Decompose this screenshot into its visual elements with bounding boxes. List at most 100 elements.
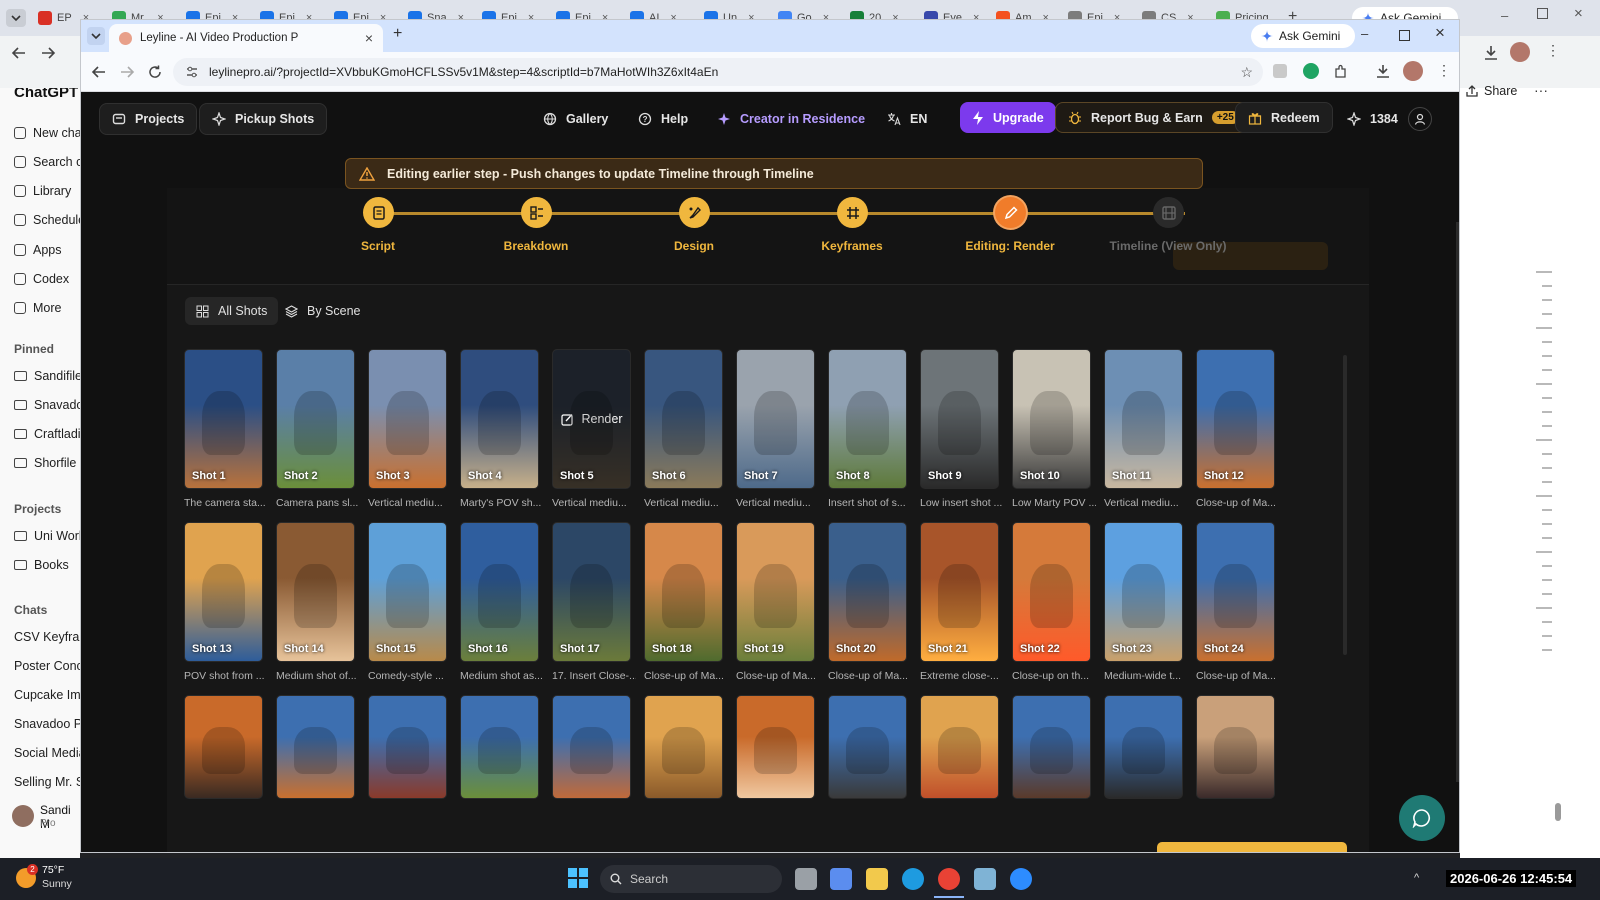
windows-start-icon[interactable] (568, 868, 588, 888)
step-pencil-icon[interactable] (995, 197, 1026, 228)
reload-icon[interactable] (147, 64, 163, 80)
close-window-icon[interactable]: × (1574, 5, 1583, 22)
chat-support-button[interactable] (1399, 795, 1445, 841)
shot-card[interactable]: Shot 18 (644, 522, 723, 662)
outline-tick[interactable] (1542, 509, 1552, 511)
back-arrow-icon[interactable] (91, 64, 107, 80)
gallery-button[interactable]: Gallery (531, 103, 620, 135)
tray-expand-icon[interactable]: ^ (1414, 872, 1419, 884)
shot-card[interactable]: Shot 23 (1104, 522, 1183, 662)
calculator-icon[interactable] (830, 868, 852, 890)
shot-card[interactable] (644, 695, 723, 799)
download-icon[interactable] (1375, 63, 1391, 79)
shot-card[interactable] (552, 695, 631, 799)
browser-menu-icon[interactable]: ⋮ (1546, 42, 1560, 59)
chats-item[interactable]: Selling Mr. S (14, 775, 80, 789)
outline-tick[interactable] (1542, 341, 1552, 343)
bottom-action-button[interactable] (1157, 842, 1347, 852)
shot-card[interactable]: Shot 4 (460, 349, 539, 489)
chrome-icon[interactable] (938, 868, 960, 890)
pinned-item[interactable]: Snavado (14, 398, 80, 412)
tab-by-scene[interactable]: By Scene (274, 297, 372, 325)
shot-card[interactable]: Shot 14 (276, 522, 355, 662)
extension-icon[interactable] (1273, 64, 1287, 78)
chatgpt-nav-item[interactable]: Search c (14, 155, 80, 169)
step-script-icon[interactable] (363, 197, 394, 228)
creator-in-residence-button[interactable]: Creator in Residence (705, 103, 877, 135)
user-avatar[interactable] (12, 805, 34, 827)
shot-card[interactable]: Shot 1 (184, 349, 263, 489)
language-button[interactable]: EN (875, 103, 939, 135)
back-arrow-icon[interactable] (11, 45, 27, 61)
outline-tick[interactable] (1542, 621, 1552, 623)
pinned-item[interactable]: Shorfile (14, 456, 76, 470)
shot-card[interactable]: Shot 6 (644, 349, 723, 489)
outline-tick[interactable] (1542, 565, 1552, 567)
taskbar-search[interactable]: Search (600, 865, 782, 893)
outline-tick[interactable] (1536, 607, 1552, 609)
outline-tick[interactable] (1542, 411, 1552, 413)
shot-card[interactable] (1012, 695, 1091, 799)
outline-tick[interactable] (1542, 579, 1552, 581)
shot-card[interactable]: Shot 20 (828, 522, 907, 662)
step-design-icon[interactable] (679, 197, 710, 228)
url-field[interactable]: leylinepro.ai/?projectId=XVbbuKGmoHCFLSS… (173, 58, 1263, 86)
chats-item[interactable]: Snavadoo Pi (14, 717, 80, 731)
tab-search-button[interactable] (87, 27, 105, 45)
shot-card[interactable] (276, 695, 355, 799)
chats-item[interactable]: Cupcake Ima (14, 688, 80, 702)
report-bug-button[interactable]: Report Bug & Earn +25 (1055, 102, 1252, 133)
shot-card[interactable] (1196, 695, 1275, 799)
step-keyframes-icon[interactable] (837, 197, 868, 228)
outline-tick[interactable] (1536, 327, 1552, 329)
clock[interactable]: 2026-06-26 12:45:54 (1446, 870, 1577, 887)
file-explorer-icon[interactable] (866, 868, 888, 890)
credits-display[interactable]: 1384 (1335, 103, 1410, 135)
minimize-icon[interactable]: – (1361, 26, 1368, 41)
chatgpt-nav-item[interactable]: More (14, 301, 61, 315)
shot-card[interactable] (828, 695, 907, 799)
maximize-icon[interactable] (1399, 30, 1410, 41)
chats-item[interactable]: CSV Keyfram (14, 630, 80, 644)
shot-card[interactable]: Shot 12 (1196, 349, 1275, 489)
shot-card[interactable]: Shot 15 (368, 522, 447, 662)
minimize-icon[interactable]: – (1501, 8, 1508, 23)
shot-card[interactable] (368, 695, 447, 799)
shot-card[interactable] (460, 695, 539, 799)
app-icon[interactable] (974, 868, 996, 890)
chats-item[interactable]: Poster Conce (14, 659, 80, 673)
chatgpt-nav-item[interactable]: Codex (14, 272, 69, 286)
forward-arrow-icon[interactable] (40, 45, 56, 61)
projects-item[interactable]: Uni Worl (14, 529, 80, 543)
more-options-icon[interactable]: ··· (1534, 82, 1548, 98)
chats-item[interactable]: Social Media (14, 746, 80, 760)
outline-tick[interactable] (1542, 285, 1552, 287)
redeem-button[interactable]: Redeem (1235, 102, 1333, 133)
upgrade-button[interactable]: Upgrade (960, 102, 1056, 133)
pickup-shots-button[interactable]: Pickup Shots (199, 103, 328, 135)
shot-card[interactable]: Shot 3 (368, 349, 447, 489)
zoom-icon[interactable] (1010, 868, 1032, 890)
share-button[interactable]: Share (1466, 84, 1517, 98)
shot-card[interactable]: Shot 13 (184, 522, 263, 662)
outline-tick[interactable] (1536, 495, 1552, 497)
shot-card[interactable]: Shot 11 (1104, 349, 1183, 489)
step-breakdown-icon[interactable] (521, 197, 552, 228)
browser-menu-icon[interactable]: ⋮ (1437, 62, 1451, 79)
outline-tick[interactable] (1542, 481, 1552, 483)
chatgpt-nav-item[interactable]: Apps (14, 243, 62, 257)
puzzle-extensions-icon[interactable] (1333, 64, 1349, 80)
outline-tick[interactable] (1542, 649, 1552, 651)
edge-icon[interactable] (902, 868, 924, 890)
help-button[interactable]: ? Help (626, 103, 700, 135)
shot-card[interactable]: Shot 17 (552, 522, 631, 662)
shot-card[interactable]: Shot 10 (1012, 349, 1091, 489)
shot-card[interactable]: Shot 8 (828, 349, 907, 489)
outline-tick[interactable] (1536, 271, 1552, 273)
forward-arrow-icon[interactable] (119, 64, 135, 80)
profile-avatar[interactable] (1403, 61, 1423, 81)
outline-tick[interactable] (1542, 299, 1552, 301)
outline-tick[interactable] (1542, 593, 1552, 595)
shot-card[interactable]: Shot 9 (920, 349, 999, 489)
tab-leyline[interactable]: Leyline - AI Video Production P × (109, 24, 383, 52)
